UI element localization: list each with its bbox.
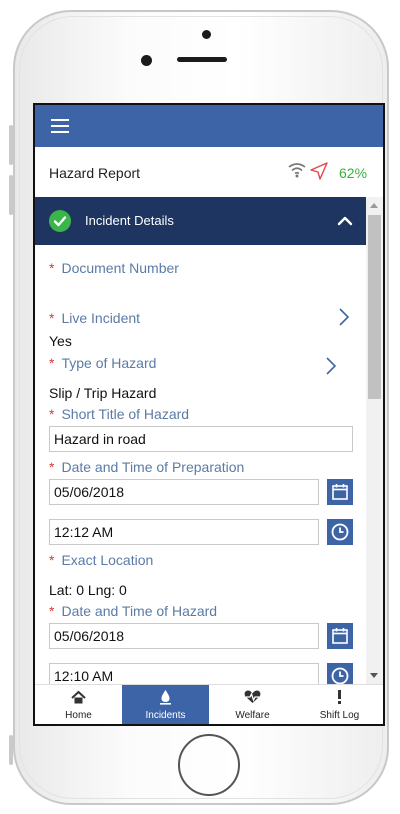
home-button[interactable] [178,734,240,796]
type-of-hazard-value[interactable]: Slip / Trip Hazard [49,385,156,401]
preparation-time-clock-button[interactable] [327,519,353,545]
preparation-time-input[interactable]: 12:12 AM [49,519,319,545]
scroll-thumb[interactable] [368,215,381,399]
calendar-icon [332,628,348,644]
bottom-navigation: Home Incidents Welfare Shift Log [35,684,383,724]
date-hazard-label: * Date and Time of Hazard [49,603,218,619]
volume-button [9,175,13,215]
nav-welfare[interactable]: Welfare [209,685,296,724]
scroll-up-arrow-icon[interactable] [370,203,378,208]
exact-location-label: * Exact Location [49,552,154,568]
live-incident-chevron-icon[interactable] [337,307,351,327]
preparation-date-calendar-button[interactable] [327,479,353,505]
exact-location-value[interactable]: Lat: 0 Lng: 0 [49,582,127,598]
nav-home[interactable]: Home [35,685,122,724]
welfare-icon [244,690,261,703]
scroll-down-arrow-icon[interactable] [370,673,378,678]
hazard-date-calendar-button[interactable] [327,623,353,649]
volume-button [9,125,13,165]
proximity-sensor [141,55,152,66]
wifi-icon [288,163,306,178]
clock-icon [331,523,349,541]
live-incident-value[interactable]: Yes [49,333,72,349]
check-icon [49,210,71,232]
live-incident-label: * Live Incident [49,310,141,326]
section-header-incident-details[interactable]: Incident Details [35,197,366,245]
type-of-hazard-chevron-icon[interactable] [324,356,338,376]
calendar-icon [332,484,348,500]
front-camera [202,30,211,39]
app-screen: Hazard Report 62% Incident Details * Docu… [33,103,385,726]
nav-home-label: Home [65,710,92,721]
nav-incidents-label: Incidents [145,710,186,721]
type-of-hazard-label: * Type of Hazard [49,355,157,371]
location-arrow-icon [310,162,328,180]
earpiece-speaker [177,57,227,62]
short-title-input[interactable]: Hazard in road [49,426,353,452]
nav-shift-log[interactable]: Shift Log [296,685,383,724]
scrollbar[interactable] [366,197,383,684]
status-bar: Hazard Report 62% [35,147,383,198]
nav-shift-log-label: Shift Log [319,710,360,721]
nav-incidents[interactable]: Incidents [122,685,209,724]
shift-log-icon [338,690,341,704]
nav-welfare-label: Welfare [235,710,270,721]
hazard-date-input[interactable]: 05/06/2018 [49,623,319,649]
menu-icon[interactable] [51,119,69,133]
short-title-label: * Short Title of Hazard [49,406,190,422]
document-number-label: * Document Number [49,260,179,276]
preparation-date-input[interactable]: 05/06/2018 [49,479,319,505]
battery-level: 62% [339,165,368,181]
page-title: Hazard Report [49,165,141,181]
home-icon [71,690,86,704]
section-title: Incident Details [85,213,174,228]
chevron-up-icon[interactable] [337,213,353,229]
power-button [9,735,13,765]
date-preparation-label: * Date and Time of Preparation [49,459,245,475]
app-bar [35,105,383,147]
incidents-icon [160,690,171,705]
